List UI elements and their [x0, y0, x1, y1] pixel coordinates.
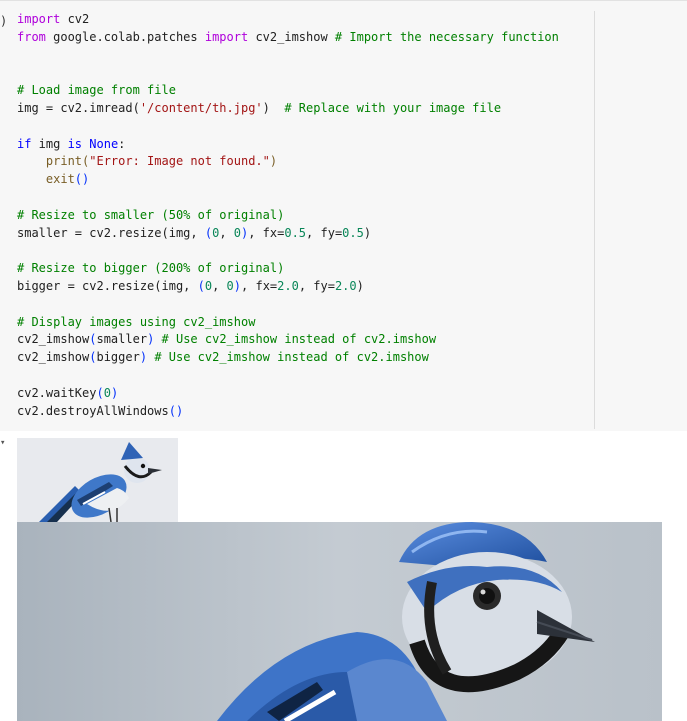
- code-line[interactable]: [17, 242, 559, 260]
- code-line[interactable]: # Resize to bigger (200% of original): [17, 260, 559, 278]
- code-line[interactable]: img = cv2.imread('/content/th.jpg') # Re…: [17, 100, 559, 118]
- code-token: , fx=: [241, 278, 278, 293]
- code-line[interactable]: import cv2: [17, 11, 559, 29]
- code-token: img = cv2.imread(: [17, 100, 140, 115]
- code-token: from: [17, 29, 46, 44]
- output-image-small: [17, 438, 178, 522]
- code-line[interactable]: [17, 47, 559, 65]
- code-token: (): [74, 172, 90, 187]
- code-line[interactable]: [17, 118, 559, 136]
- code-token: ): [139, 350, 148, 365]
- code-token: # Import the necessary function: [334, 29, 559, 44]
- blue-jay-small-image: [17, 438, 178, 522]
- code-token: import: [17, 12, 61, 26]
- code-token: 2.0: [277, 278, 299, 293]
- code-line[interactable]: bigger = cv2.resize(img, (0, 0), fx=2.0,…: [17, 278, 559, 296]
- code-token: ,: [219, 225, 234, 240]
- code-token: bigger = cv2.resize(img,: [17, 278, 198, 293]
- code-token: :: [118, 136, 126, 151]
- code-token: (): [168, 403, 184, 418]
- code-editor[interactable]: import cv2 from google.colab.patches impo…: [17, 11, 559, 420]
- code-token: ): [262, 100, 285, 115]
- code-cell[interactable]: ) import cv2 from google.colab.patches im…: [0, 0, 687, 431]
- code-token: smaller = cv2.resize(img,: [17, 225, 205, 240]
- code-line[interactable]: print("Error: Image not found."): [17, 153, 559, 171]
- code-token: # Load image from file: [17, 83, 176, 98]
- code-token: smaller: [96, 332, 148, 347]
- code-line[interactable]: cv2.waitKey(0): [17, 385, 559, 403]
- code-token: 0.5: [284, 225, 307, 240]
- code-token: # Resize to bigger (200% of original): [17, 261, 285, 276]
- code-token: cv2_imshow: [17, 350, 90, 365]
- code-token: cv2.waitKey: [17, 385, 97, 400]
- code-token: # Display images using cv2_imshow: [17, 314, 256, 329]
- code-token: 0: [226, 278, 234, 293]
- code-token: 0: [233, 225, 241, 240]
- code-token: , fy=: [298, 278, 335, 293]
- code-token: google.colab.patches: [45, 29, 205, 44]
- code-line[interactable]: # Resize to smaller (50% of original): [17, 207, 559, 225]
- code-token: img: [31, 136, 68, 151]
- code-token: ): [269, 154, 278, 169]
- code-token: , fx=: [248, 225, 285, 240]
- code-token: # Replace with your image file: [284, 100, 502, 115]
- code-token: # Resize to smaller (50% of original): [17, 207, 285, 222]
- code-token: ,: [212, 278, 227, 293]
- code-token: ): [363, 225, 372, 240]
- code-token: ): [356, 278, 364, 293]
- code-line[interactable]: exit(): [17, 171, 559, 189]
- code-token: 0: [204, 278, 213, 293]
- code-token: is: [67, 136, 83, 151]
- code-token: 2.0: [334, 278, 357, 293]
- code-token: cv2_imshow: [248, 29, 335, 44]
- code-line[interactable]: smaller = cv2.resize(img, (0, 0), fx=0.5…: [17, 225, 559, 243]
- code-line[interactable]: cv2_imshow(smaller) # Use cv2_imshow ins…: [17, 331, 559, 349]
- code-token: ): [110, 385, 119, 400]
- code-token: cv2_imshow: [17, 332, 90, 347]
- code-token: ): [233, 278, 242, 293]
- code-token: None: [89, 136, 119, 151]
- code-token: import: [204, 29, 249, 44]
- code-line[interactable]: [17, 189, 559, 207]
- code-token: cv2: [60, 12, 90, 26]
- output-image-large: [17, 522, 662, 721]
- code-token: cv2.destroyAllWindows: [17, 403, 169, 418]
- code-line[interactable]: from google.colab.patches import cv2_ims…: [17, 29, 559, 47]
- code-token: '/content/th.jpg': [139, 100, 263, 115]
- code-line[interactable]: [17, 296, 559, 314]
- code-line[interactable]: cv2_imshow(bigger) # Use cv2_imshow inst…: [17, 349, 559, 367]
- code-token: print(: [17, 154, 90, 169]
- code-token: "Error: Image not found.": [89, 154, 270, 169]
- code-token: 0.5: [342, 225, 364, 240]
- line-length-ruler: [594, 11, 595, 429]
- code-line[interactable]: [17, 367, 559, 385]
- code-token: 0: [103, 385, 111, 400]
- code-token: (: [96, 385, 104, 400]
- cell-run-indicator[interactable]: ): [0, 15, 7, 27]
- code-token: (: [204, 225, 213, 240]
- code-token: if: [17, 136, 32, 151]
- code-token: # Use cv2_imshow instead of cv2.imshow: [154, 350, 429, 365]
- blue-jay-large-image: [17, 522, 662, 721]
- code-token: exit: [17, 172, 75, 187]
- code-line[interactable]: cv2.destroyAllWindows(): [17, 403, 559, 421]
- code-token: bigger: [96, 350, 140, 365]
- chevron-down-icon[interactable]: ▾: [0, 439, 6, 448]
- code-line[interactable]: [17, 64, 559, 82]
- code-token: (: [197, 278, 205, 293]
- code-line[interactable]: # Load image from file: [17, 82, 559, 100]
- code-token: , fy=: [306, 225, 343, 240]
- code-line[interactable]: # Display images using cv2_imshow: [17, 314, 559, 332]
- code-token: # Use cv2_imshow instead of cv2.imshow: [161, 332, 437, 347]
- code-line[interactable]: if img is None:: [17, 136, 559, 154]
